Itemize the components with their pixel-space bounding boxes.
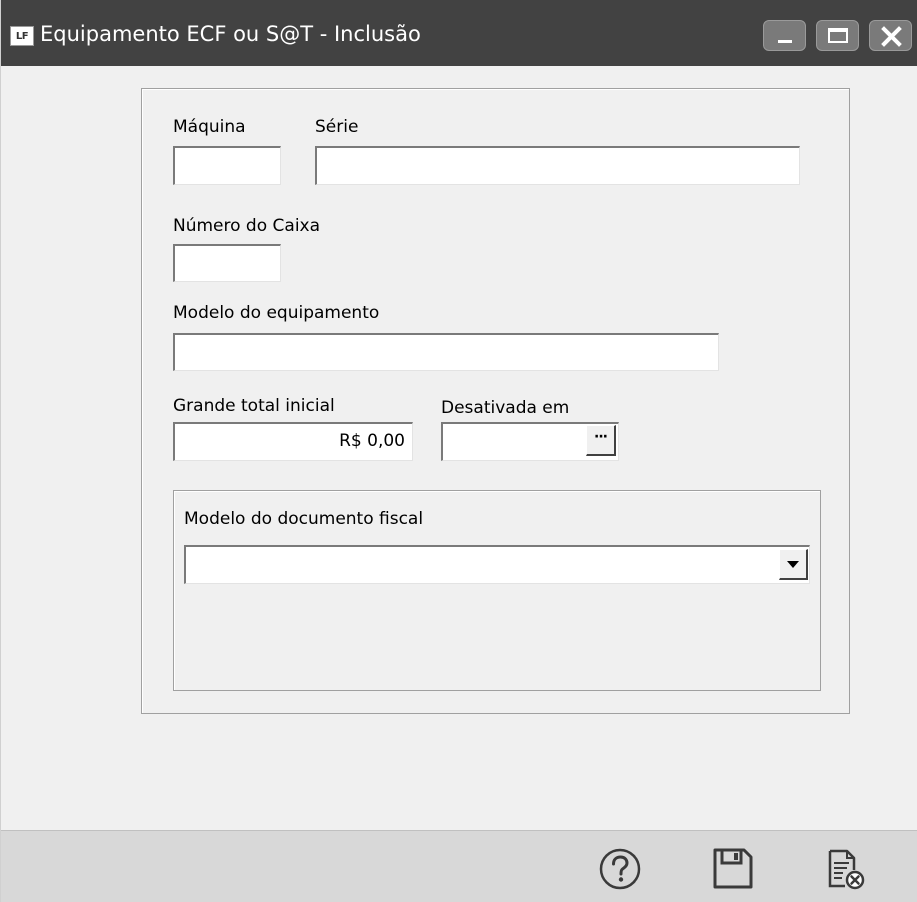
dropdown-button[interactable] (779, 549, 808, 580)
minimize-icon (778, 40, 792, 43)
date-picker-button[interactable]: ··· (586, 425, 616, 456)
maquina-label: Máquina (173, 117, 246, 137)
bottom-toolbar (1, 830, 917, 902)
close-icon (881, 26, 902, 47)
help-button[interactable] (597, 846, 643, 892)
modelo-equipamento-input[interactable] (173, 333, 719, 371)
desativada-em-label: Desativada em (441, 398, 570, 418)
serie-label: Série (315, 117, 359, 137)
close-button[interactable] (869, 20, 912, 51)
minimize-button[interactable] (763, 20, 806, 51)
cancel-button[interactable] (823, 846, 869, 892)
window-title: Equipamento ECF ou S@T - Inclusão (40, 22, 421, 46)
numero-caixa-label: Número do Caixa (173, 216, 321, 236)
maximize-icon (828, 28, 848, 43)
serie-input[interactable] (315, 146, 800, 185)
title-bar[interactable]: LF Equipamento ECF ou S@T - Inclusão (1, 0, 917, 66)
maximize-button[interactable] (816, 20, 859, 51)
grande-total-input[interactable]: R$ 0,00 (173, 422, 413, 461)
chevron-down-icon (787, 560, 799, 568)
window: LF Equipamento ECF ou S@T - Inclusão Máq… (0, 0, 917, 902)
grande-total-label: Grande total inicial (173, 396, 335, 416)
app-icon: LF (10, 26, 34, 46)
modelo-equipamento-label: Modelo do equipamento (173, 303, 380, 323)
maquina-input[interactable] (173, 146, 281, 185)
save-button[interactable] (710, 846, 756, 892)
ellipsis-icon: ··· (594, 429, 608, 445)
save-icon (713, 848, 753, 889)
grande-total-value: R$ 0,00 (339, 431, 405, 451)
modelo-documento-select[interactable] (184, 545, 810, 584)
help-icon (599, 848, 641, 890)
modelo-documento-label: Modelo do documento fiscal (184, 509, 424, 529)
cancel-document-icon (828, 849, 865, 890)
numero-caixa-input[interactable] (173, 244, 281, 282)
